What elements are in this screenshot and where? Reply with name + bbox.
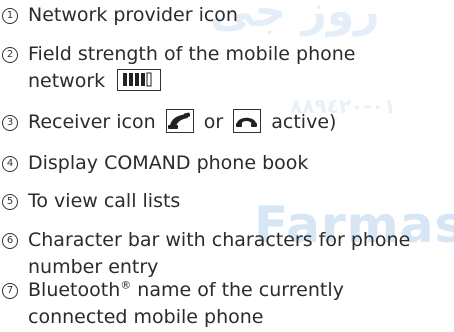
- item-text: Receiver icon or active): [28, 108, 337, 136]
- item-number: 3: [0, 113, 28, 133]
- item-number: 6: [0, 231, 28, 251]
- item-text-line: Field strength of the mobile phone: [28, 43, 356, 65]
- list-item: 4 Display COMAND phone book: [0, 152, 454, 177]
- item-text-line: network: [28, 70, 106, 92]
- signal-bars: [123, 72, 152, 86]
- item-text: Field strength of the mobile phone netwo…: [28, 41, 355, 95]
- item-text-line: Character bar with characters for phone: [28, 229, 411, 251]
- item-number: 7: [0, 281, 28, 301]
- receiver-lifted-icon: [165, 108, 194, 133]
- item-number: 1: [0, 6, 28, 26]
- item-text: Character bar with characters for phone …: [28, 227, 410, 281]
- receiver-down-icon: [233, 108, 262, 133]
- list-item: 2 Field strength of the mobile phone net…: [0, 43, 454, 95]
- list-item: 5 To view call lists: [0, 190, 454, 215]
- list-item: 3 Receiver icon or active): [0, 108, 454, 136]
- item-number: 5: [0, 192, 28, 212]
- number-circle: 2: [2, 47, 18, 63]
- item-number: 4: [0, 154, 28, 174]
- signal-strength-icon: [117, 68, 162, 91]
- number-circle: 3: [2, 115, 18, 131]
- number-circle: 1: [2, 8, 18, 24]
- number-circle: 7: [2, 283, 18, 299]
- number-circle: 5: [2, 194, 18, 210]
- registered-mark: ®: [120, 278, 132, 292]
- list-item: 1 Network provider icon: [0, 4, 454, 29]
- item-text-line: connected mobile phone: [28, 306, 264, 328]
- item-text: Bluetooth® name of the currently connect…: [28, 277, 344, 331]
- number-circle: 6: [2, 233, 18, 249]
- item-text-line: number entry: [28, 256, 159, 278]
- item-text: Display COMAND phone book: [28, 152, 309, 174]
- number-circle: 4: [2, 156, 18, 172]
- item-number: 2: [0, 45, 28, 65]
- item-text: Network provider icon: [28, 4, 238, 26]
- item-text: To view call lists: [28, 190, 181, 212]
- item-text-segment: Receiver icon: [28, 111, 156, 133]
- item-text-segment: or: [203, 111, 224, 133]
- item-text-segment: Bluetooth: [28, 279, 121, 301]
- item-text-segment: active): [271, 111, 337, 133]
- item-text-segment: name of the currently: [131, 279, 344, 301]
- list-item: 6 Character bar with characters for phon…: [0, 229, 454, 281]
- list-item: 7 Bluetooth® name of the currently conne…: [0, 279, 454, 331]
